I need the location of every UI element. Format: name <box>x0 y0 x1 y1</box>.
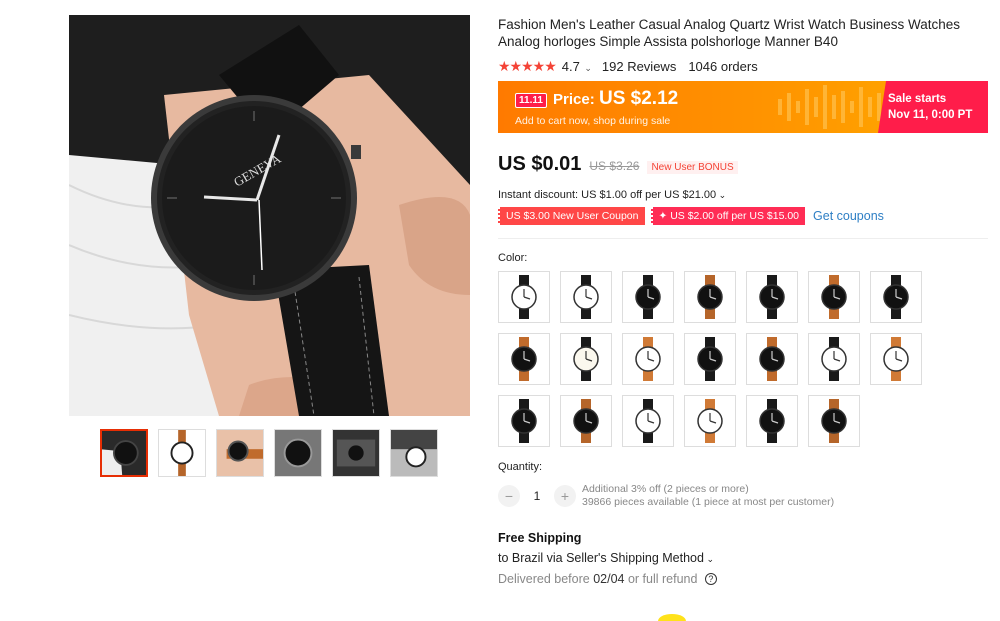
instant-discount-text: Instant discount: US $1.00 off per US $2… <box>498 189 717 201</box>
stock-available-text: 39866 pieces available (1 piece at most … <box>582 496 835 508</box>
delivery-date: 02/04 <box>593 572 625 586</box>
chevron-down-icon: ⌄ <box>703 554 715 564</box>
color-swatch[interactable] <box>622 395 674 447</box>
bulk-discount-text: Additional 3% off (2 pieces or more) <box>582 483 749 495</box>
watch-icon <box>821 337 847 381</box>
banner-price-label: Price: <box>553 91 595 108</box>
reviews-link[interactable]: 192 Reviews <box>602 59 676 74</box>
banner-subtitle: Add to cart now, shop during sale <box>515 115 671 127</box>
double-eleven-badge: 11.11 <box>515 93 547 108</box>
main-product-image[interactable]: GENEVA <box>69 15 470 416</box>
star-rating-icon: ★★★★★ <box>498 57 557 74</box>
watch-icon <box>759 399 785 443</box>
chevron-down-icon: ⌄ <box>716 190 727 200</box>
sale-starts-date: Nov 11, 0:00 PT <box>888 109 973 121</box>
watch-icon <box>821 275 847 319</box>
color-swatch[interactable] <box>684 271 736 323</box>
sale-starts-box: Sale starts Nov 11, 0:00 PT <box>878 81 988 133</box>
coupon-row: US $3.00 New User Coupon ✦ US $2.00 off … <box>498 207 988 225</box>
watch-icon <box>635 399 661 443</box>
quantity-plus-button[interactable]: + <box>554 485 576 507</box>
color-swatch[interactable] <box>746 271 798 323</box>
color-swatch[interactable] <box>498 271 550 323</box>
color-label: Color: <box>498 252 528 264</box>
new-user-coupon[interactable]: US $3.00 New User Coupon <box>498 207 645 225</box>
color-swatch-grid <box>498 271 988 447</box>
color-swatch[interactable] <box>560 333 612 385</box>
instant-discount[interactable]: Instant discount: US $1.00 off per US $2… <box>498 189 988 201</box>
color-swatch[interactable] <box>560 271 612 323</box>
watch-icon <box>697 275 723 319</box>
watch-icon <box>511 337 537 381</box>
watch-icon <box>511 399 537 443</box>
thumbnail-3[interactable] <box>216 429 264 477</box>
color-swatch[interactable] <box>498 395 550 447</box>
delivery-estimate: Delivered before 02/04 or full refund ? <box>498 572 988 586</box>
quantity-minus-button[interactable]: − <box>498 485 520 507</box>
watch-icon <box>573 275 599 319</box>
banner-price: US $2.12 <box>599 88 679 109</box>
watch-icon <box>759 275 785 319</box>
color-swatch[interactable] <box>684 395 736 447</box>
divider <box>498 238 988 239</box>
watch-icon <box>635 275 661 319</box>
shipping-method-text: to Brazil via Seller's Shipping Method <box>498 551 704 565</box>
watch-icon <box>759 337 785 381</box>
quantity-input[interactable]: 1 <box>520 489 554 503</box>
color-swatch[interactable] <box>870 271 922 323</box>
rating-row: ★★★★★ 4.7 ⌄ 192 Reviews 1046 orders <box>498 57 988 75</box>
watch-icon <box>573 399 599 443</box>
current-price: US $0.01 <box>498 153 582 175</box>
watch-icon <box>697 337 723 381</box>
floating-badge-icon[interactable] <box>658 614 686 621</box>
color-swatch[interactable] <box>746 395 798 447</box>
color-swatch[interactable] <box>560 395 612 447</box>
thumbnail-1[interactable] <box>100 429 148 477</box>
watch-icon <box>511 275 537 319</box>
quantity-label: Quantity: <box>498 461 543 473</box>
color-swatch[interactable] <box>746 333 798 385</box>
store-coupon[interactable]: ✦ US $2.00 off per US $15.00 <box>650 207 806 225</box>
watch-icon <box>635 337 661 381</box>
product-title: Fashion Men's Leather Casual Analog Quar… <box>498 17 961 49</box>
thumbnail-strip <box>100 429 438 477</box>
color-swatch[interactable] <box>808 395 860 447</box>
thumbnail-5[interactable] <box>332 429 380 477</box>
watch-icon <box>821 399 847 443</box>
banner-decoration <box>778 85 881 129</box>
thumbnail-6[interactable] <box>390 429 438 477</box>
quantity-stepper: − 1 + Additional 3% off (2 pieces or mor… <box>498 483 988 509</box>
watch-icon <box>883 275 909 319</box>
product-page: GENEVA Fashion Men's Leather Casual Anal… <box>0 0 1000 621</box>
chevron-down-icon: ⌄ <box>581 62 592 73</box>
shipping-method-selector[interactable]: to Brazil via Seller's Shipping Method ⌄ <box>498 551 988 565</box>
color-swatch[interactable] <box>808 333 860 385</box>
color-swatch[interactable] <box>498 333 550 385</box>
thumbnail-2[interactable] <box>158 429 206 477</box>
product-info: Fashion Men's Leather Casual Analog Quar… <box>498 16 988 586</box>
help-icon[interactable]: ? <box>704 573 717 585</box>
quantity-info: Additional 3% off (2 pieces or more) 398… <box>582 483 834 509</box>
color-swatch[interactable] <box>808 271 860 323</box>
shipping-title: Free Shipping <box>498 531 582 545</box>
rating-score[interactable]: 4.7 ⌄ <box>562 59 592 74</box>
color-swatch[interactable] <box>870 333 922 385</box>
get-coupons-link[interactable]: Get coupons <box>813 209 884 223</box>
new-user-bonus-badge: New User BONUS <box>647 161 738 174</box>
sale-banner: 11.11 Price: US $2.12 Add to cart now, s… <box>498 81 988 133</box>
thumbnail-4[interactable] <box>274 429 322 477</box>
watch-icon <box>573 337 599 381</box>
color-swatch[interactable] <box>684 333 736 385</box>
orders-count: 1046 orders <box>688 58 758 74</box>
rating-value: 4.7 <box>561 58 580 74</box>
watch-icon <box>883 337 909 381</box>
watch-icon <box>697 399 723 443</box>
sale-starts-label: Sale starts <box>888 93 947 105</box>
original-price: US $3.26 <box>589 159 640 173</box>
color-swatch[interactable] <box>622 271 674 323</box>
delivery-suffix: or full refund <box>627 572 698 586</box>
color-swatch[interactable] <box>622 333 674 385</box>
price-row: US $0.01 US $3.26 New User BONUS <box>498 153 988 176</box>
delivery-prefix: Delivered before <box>498 572 590 586</box>
